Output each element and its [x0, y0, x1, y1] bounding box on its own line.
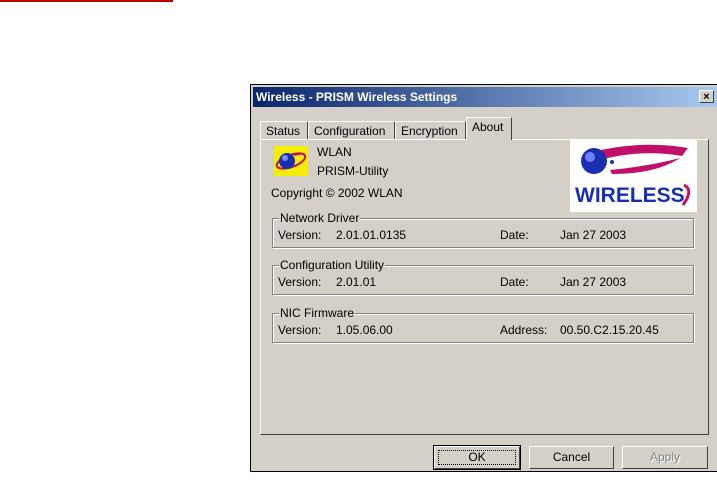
apply-button[interactable]: Apply: [622, 446, 708, 469]
tab-about[interactable]: About: [466, 117, 512, 140]
tab-configuration-label: Configuration: [314, 124, 386, 138]
utility-date: Jan 27 2003: [560, 275, 627, 289]
group-title: Network Driver: [279, 211, 361, 225]
copyright-text: Copyright © 2002 WLAN: [271, 186, 403, 200]
product-name: WLAN: [317, 145, 352, 159]
tab-configuration[interactable]: Configuration: [308, 121, 395, 139]
tab-about-label: About: [472, 120, 504, 134]
group-title: NIC Firmware: [279, 306, 355, 320]
group-title: Configuration Utility: [279, 258, 386, 272]
network-driver-group: Network Driver Version: 2.01.01.0135 Dat…: [272, 211, 694, 248]
product-subtitle: PRISM-Utility: [317, 164, 389, 178]
close-button[interactable]: ×: [699, 90, 714, 103]
firmware-version: 1.05.06.00: [336, 323, 393, 337]
focus-rect: [438, 450, 516, 465]
settings-window: Wireless - PRISM Wireless Settings × Sta…: [250, 84, 717, 472]
about-panel: WLAN PRISM-Utility Copyright © 2002 WLAN…: [260, 139, 709, 435]
driver-date: Jan 27 2003: [560, 228, 627, 242]
tab-encryption[interactable]: Encryption: [395, 121, 466, 139]
driver-version: 2.01.01.0135: [336, 228, 407, 242]
wireless-logo: WIRELESS: [570, 140, 697, 212]
ok-button[interactable]: OK: [433, 445, 521, 470]
title-bar[interactable]: Wireless - PRISM Wireless Settings ×: [253, 87, 717, 107]
address-label: Address:: [500, 323, 548, 337]
date-label: Date:: [500, 228, 529, 242]
apply-label: Apply: [649, 450, 681, 464]
close-icon: ×: [703, 91, 710, 103]
red-accent-line: [0, 0, 173, 2]
version-label: Version:: [278, 228, 322, 242]
logo-text: WIRELESS: [575, 184, 685, 207]
tab-status[interactable]: Status: [260, 121, 308, 139]
configuration-utility-group: Configuration Utility Version: 2.01.01 D…: [272, 258, 694, 295]
mac-address: 00.50.C2.15.20.45: [560, 323, 659, 337]
date-label: Date:: [500, 275, 529, 289]
cancel-label: Cancel: [552, 450, 591, 464]
nic-firmware-group: NIC Firmware Version: 1.05.06.00 Address…: [272, 306, 694, 343]
cancel-button[interactable]: Cancel: [529, 446, 614, 469]
window-title: Wireless - PRISM Wireless Settings: [256, 90, 458, 104]
utility-version: 2.01.01: [336, 275, 377, 289]
tab-encryption-label: Encryption: [401, 124, 458, 138]
version-label: Version:: [278, 275, 322, 289]
version-label: Version:: [278, 323, 322, 337]
wlan-globe-icon: [274, 146, 308, 176]
tab-status-label: Status: [266, 124, 301, 138]
